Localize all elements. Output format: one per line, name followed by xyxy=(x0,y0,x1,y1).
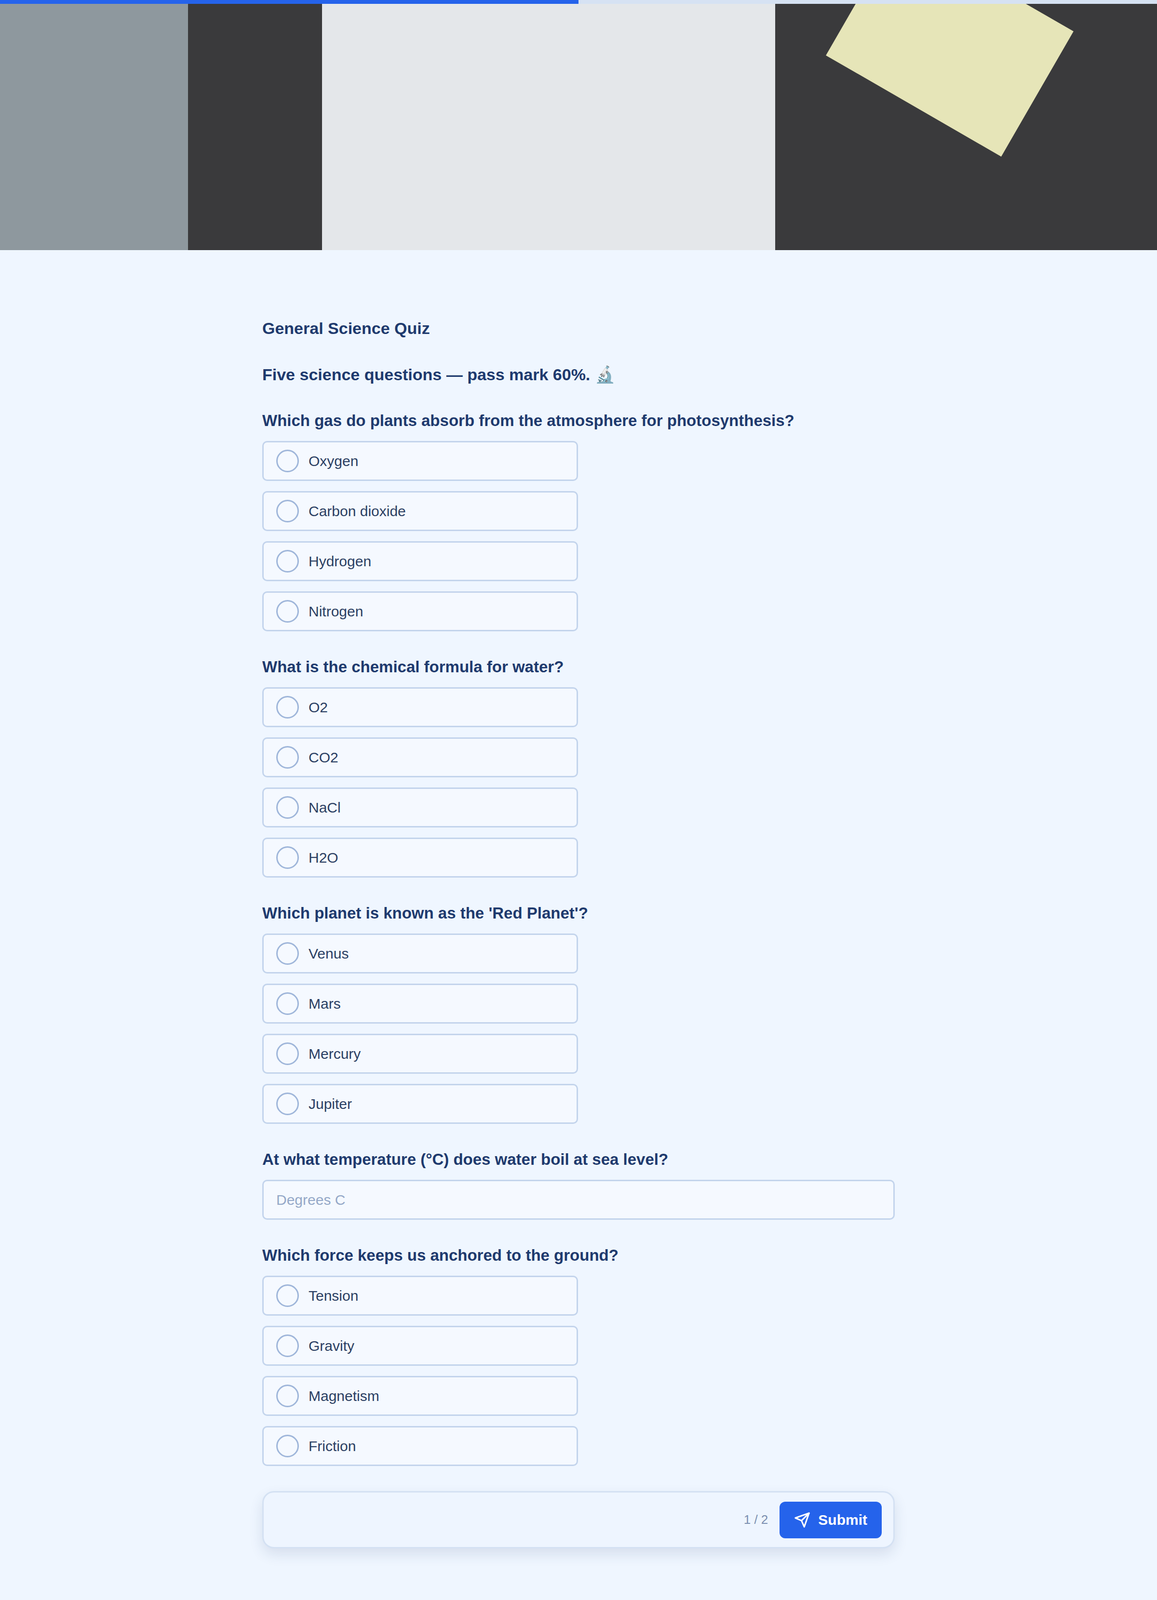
footer-bar: 1 / 2 Submit xyxy=(262,1491,895,1549)
option-label: Hydrogen xyxy=(308,552,372,571)
option-label: H2O xyxy=(308,848,339,868)
radio-button[interactable] xyxy=(276,499,299,523)
question: What is the chemical formula for water? O… xyxy=(262,656,895,878)
option-list: Venus Mars Mercury Jupiter xyxy=(262,933,895,1125)
radio-button[interactable] xyxy=(276,1385,299,1408)
question-text: At what temperature (°C) does water boil… xyxy=(262,1149,895,1171)
header-photo xyxy=(0,0,1157,251)
submit-button[interactable]: Submit xyxy=(779,1502,882,1539)
answer-input[interactable] xyxy=(262,1180,895,1221)
answer-field-wrap xyxy=(262,1180,895,1221)
option-label: Venus xyxy=(308,944,349,964)
quiz-description: Five science questions — pass mark 60%. … xyxy=(262,363,895,386)
option-label: Friction xyxy=(308,1437,356,1456)
question-text: What is the chemical formula for water? xyxy=(262,656,895,678)
answer-option[interactable]: NaCl xyxy=(262,787,579,828)
answer-option[interactable]: O2 xyxy=(262,687,579,728)
question: At what temperature (°C) does water boil… xyxy=(262,1149,895,1221)
question: Which gas do plants absorb from the atmo… xyxy=(262,410,895,632)
answer-option[interactable]: CO2 xyxy=(262,737,579,778)
option-label: Nitrogen xyxy=(308,602,364,621)
option-label: Mercury xyxy=(308,1045,361,1064)
answer-option[interactable]: Venus xyxy=(262,933,579,974)
radio-button[interactable] xyxy=(276,600,299,623)
option-label: Carbon dioxide xyxy=(308,502,406,521)
answer-option[interactable]: H2O xyxy=(262,837,579,878)
option-label: Tension xyxy=(308,1287,359,1306)
option-label: Mars xyxy=(308,995,341,1014)
option-label: Gravity xyxy=(308,1337,355,1356)
radio-button[interactable] xyxy=(276,796,299,820)
option-list: Tension Gravity Magnetism Friction xyxy=(262,1276,895,1467)
answer-option[interactable]: Tension xyxy=(262,1276,579,1317)
radio-button[interactable] xyxy=(276,942,299,966)
radio-button[interactable] xyxy=(276,1435,299,1458)
radio-button[interactable] xyxy=(276,449,299,473)
radio-button[interactable] xyxy=(276,846,299,870)
progress-fill xyxy=(0,0,579,4)
option-list: O2 CO2 NaCl H2O xyxy=(262,687,895,878)
option-label: Oxygen xyxy=(308,452,359,471)
radio-button[interactable] xyxy=(276,746,299,769)
radio-button[interactable] xyxy=(276,992,299,1016)
answer-option[interactable]: Gravity xyxy=(262,1326,579,1367)
answer-option[interactable]: Mars xyxy=(262,983,579,1024)
option-label: Magnetism xyxy=(308,1387,380,1406)
answer-option[interactable]: Magnetism xyxy=(262,1376,579,1417)
quiz-title: General Science Quiz xyxy=(262,317,895,339)
answer-option[interactable]: Oxygen xyxy=(262,441,579,482)
answer-option[interactable]: Jupiter xyxy=(262,1084,579,1125)
answer-option[interactable]: Hydrogen xyxy=(262,541,579,582)
radio-button[interactable] xyxy=(276,1092,299,1116)
question: Which planet is known as the 'Red Planet… xyxy=(262,902,895,1125)
submit-label: Submit xyxy=(818,1509,868,1532)
page-indicator: 1 / 2 xyxy=(743,1510,769,1530)
radio-button[interactable] xyxy=(276,1042,299,1066)
send-icon xyxy=(793,1512,811,1529)
progress-track xyxy=(0,0,1157,4)
answer-option[interactable]: Friction xyxy=(262,1426,579,1467)
answer-option[interactable]: Mercury xyxy=(262,1034,579,1075)
question-text: Which planet is known as the 'Red Planet… xyxy=(262,902,895,925)
question-text: Which force keeps us anchored to the gro… xyxy=(262,1245,895,1267)
option-label: Jupiter xyxy=(308,1095,352,1114)
option-label: NaCl xyxy=(308,798,341,818)
answer-option[interactable]: Carbon dioxide xyxy=(262,491,579,532)
option-label: CO2 xyxy=(308,748,339,767)
question-text: Which gas do plants absorb from the atmo… xyxy=(262,410,895,432)
radio-button[interactable] xyxy=(276,1284,299,1308)
radio-button[interactable] xyxy=(276,1334,299,1358)
option-label: O2 xyxy=(308,698,328,717)
radio-button[interactable] xyxy=(276,696,299,719)
radio-button[interactable] xyxy=(276,550,299,573)
answer-option[interactable]: Nitrogen xyxy=(262,591,579,632)
option-list: Oxygen Carbon dioxide Hydrogen Nitrogen xyxy=(262,441,895,632)
question: Which force keeps us anchored to the gro… xyxy=(262,1245,895,1467)
